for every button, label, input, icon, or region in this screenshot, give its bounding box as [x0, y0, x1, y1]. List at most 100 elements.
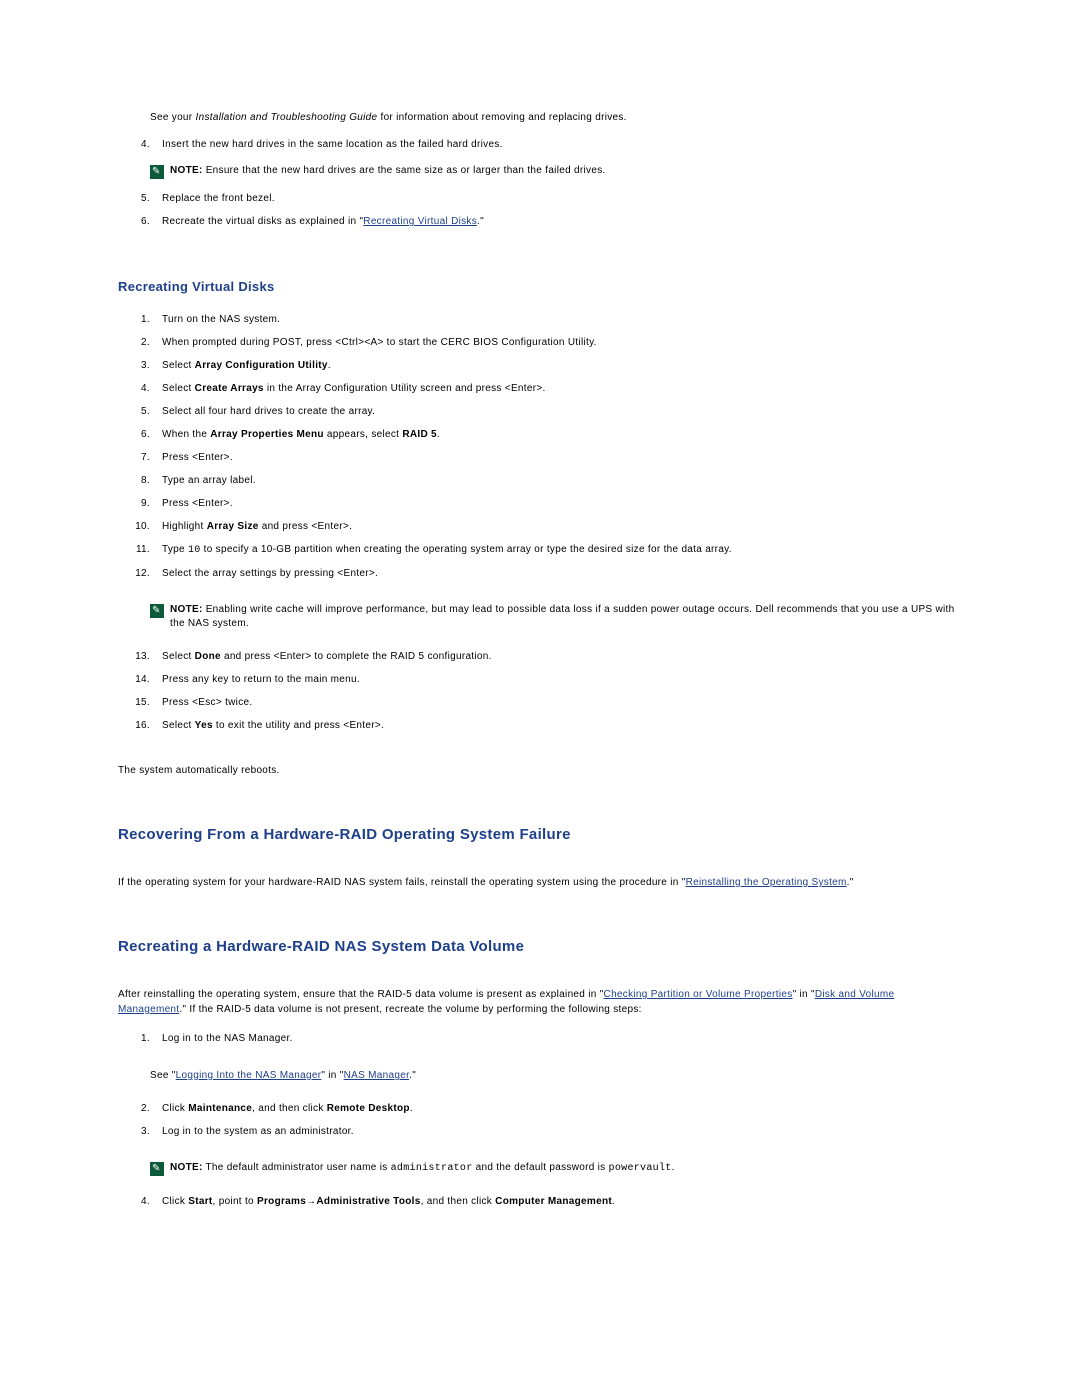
step-text: Click Start, point to Programs→Administr… [162, 1194, 965, 1209]
bold: Array Properties Menu [210, 429, 324, 440]
step-number: 4. [118, 137, 162, 152]
link-nas-manager[interactable]: NAS Manager [344, 1070, 410, 1081]
bold: Computer Management [495, 1196, 612, 1207]
text: Click [162, 1103, 188, 1114]
heading-recreating-virtual-disks: Recreating Virtual Disks [118, 279, 965, 294]
step-text: Highlight Array Size and press <Enter>. [162, 519, 965, 534]
list-item: 5.Select all four hard drives to create … [118, 404, 965, 419]
note: NOTE: Enabling write cache will improve … [150, 603, 965, 631]
virtual-disks-steps-cont: 13.Select Done and press <Enter> to comp… [118, 649, 965, 733]
text: and the default password is [473, 1162, 609, 1173]
step-text: Select Done and press <Enter> to complet… [162, 649, 965, 664]
step-text: Type 10 to specify a 10-GB partition whe… [162, 542, 965, 558]
list-item: 10.Highlight Array Size and press <Enter… [118, 519, 965, 534]
list-item: 2.Click Maintenance, and then click Remo… [118, 1101, 965, 1116]
note-text: NOTE: The default administrator user nam… [170, 1161, 965, 1176]
code: powervault [609, 1163, 672, 1174]
text: , and then click [421, 1196, 496, 1207]
link-recreating-virtual-disks[interactable]: Recreating Virtual Disks [363, 216, 477, 227]
text: " in " [793, 989, 815, 1000]
code: 10 [188, 545, 201, 556]
step-number: 5. [118, 191, 162, 206]
list-item: 4.Click Start, point to Programs→Adminis… [118, 1194, 965, 1209]
text: . [672, 1162, 675, 1173]
list-item: 8.Type an array label. [118, 473, 965, 488]
list-item: 13.Select Done and press <Enter> to comp… [118, 649, 965, 664]
step-number: 16. [118, 718, 162, 733]
bold: Remote Desktop [327, 1103, 410, 1114]
bold: Array Configuration Utility [195, 360, 328, 371]
text: and press <Enter> to complete the RAID 5… [221, 651, 492, 662]
text: Select [162, 720, 195, 731]
step-number: 1. [118, 1031, 162, 1046]
text: . [437, 429, 440, 440]
data-volume-steps-cont: 2.Click Maintenance, and then click Remo… [118, 1101, 965, 1139]
text: If the operating system for your hardwar… [118, 877, 686, 888]
step-text: Type an array label. [162, 473, 965, 488]
text: Select [162, 651, 195, 662]
step-number: 14. [118, 672, 162, 687]
step-number: 10. [118, 519, 162, 534]
step-text: Select Create Arrays in the Array Config… [162, 381, 965, 396]
text: See " [150, 1070, 176, 1081]
link-checking-partition[interactable]: Checking Partition or Volume Properties [604, 989, 793, 1000]
text: , point to [213, 1196, 257, 1207]
list-item: 12.Select the array settings by pressing… [118, 566, 965, 581]
sub-text: See "Logging Into the NAS Manager" in "N… [150, 1068, 965, 1083]
step-number: 6. [118, 427, 162, 442]
step-text: Press <Esc> twice. [162, 695, 965, 710]
list-item: 3.Log in to the system as an administrat… [118, 1124, 965, 1139]
paragraph: The system automatically reboots. [118, 763, 965, 778]
bold: Administrative Tools [316, 1196, 420, 1207]
list-item: 7.Press <Enter>. [118, 450, 965, 465]
bold: Start [188, 1196, 212, 1207]
step-number: 2. [118, 1101, 162, 1116]
text: in the Array Configuration Utility scree… [264, 383, 546, 394]
paragraph: After reinstalling the operating system,… [118, 987, 965, 1017]
virtual-disks-steps: 1.Turn on the NAS system. 2.When prompte… [118, 312, 965, 581]
text: to exit the utility and press <Enter>. [213, 720, 384, 731]
step-text: Recreate the virtual disks as explained … [162, 214, 965, 229]
note-label: NOTE: [170, 1162, 203, 1173]
step-text: Press <Enter>. [162, 450, 965, 465]
text: , and then click [252, 1103, 327, 1114]
note-icon [150, 1162, 164, 1176]
step-text: Press any key to return to the main menu… [162, 672, 965, 687]
text: ." [409, 1070, 416, 1081]
step-number: 4. [118, 1194, 162, 1209]
text: ." [477, 216, 484, 227]
step-number: 11. [118, 542, 162, 557]
step-text: Press <Enter>. [162, 496, 965, 511]
top-steps-cont: 5.Replace the front bezel. 6.Recreate th… [118, 191, 965, 229]
step-text: Log in to the NAS Manager. [162, 1031, 965, 1046]
text: When the [162, 429, 210, 440]
list-item: 3.Select Array Configuration Utility. [118, 358, 965, 373]
text: and press <Enter>. [259, 521, 353, 532]
data-volume-steps-cont2: 4.Click Start, point to Programs→Adminis… [118, 1194, 965, 1209]
step-text: Click Maintenance, and then click Remote… [162, 1101, 965, 1116]
step-text: Replace the front bezel. [162, 191, 965, 206]
text: appears, select [324, 429, 402, 440]
step-text: Insert the new hard drives in the same l… [162, 137, 965, 152]
text: Enabling write cache will improve perfor… [170, 604, 954, 629]
bold: Done [195, 651, 221, 662]
text: . [328, 360, 331, 371]
list-item: 16.Select Yes to exit the utility and pr… [118, 718, 965, 733]
link-reinstalling-os[interactable]: Reinstalling the Operating System [686, 877, 847, 888]
heading-recovering-os-failure: Recovering From a Hardware-RAID Operatin… [118, 826, 965, 843]
link-logging-into-nas-manager[interactable]: Logging Into the NAS Manager [176, 1070, 322, 1081]
bold: Create Arrays [195, 383, 264, 394]
list-item: 14.Press any key to return to the main m… [118, 672, 965, 687]
step-text: When the Array Properties Menu appears, … [162, 427, 965, 442]
text: After reinstalling the operating system,… [118, 989, 604, 1000]
note-icon [150, 165, 164, 179]
code: administrator [391, 1163, 473, 1174]
step-number: 13. [118, 649, 162, 664]
text: ." If the RAID-5 data volume is not pres… [179, 1004, 641, 1015]
step-number: 3. [118, 358, 162, 373]
note-label: NOTE: [170, 165, 203, 176]
step-number: 5. [118, 404, 162, 419]
step-number: 9. [118, 496, 162, 511]
bold: Yes [195, 720, 213, 731]
step-number: 3. [118, 1124, 162, 1139]
